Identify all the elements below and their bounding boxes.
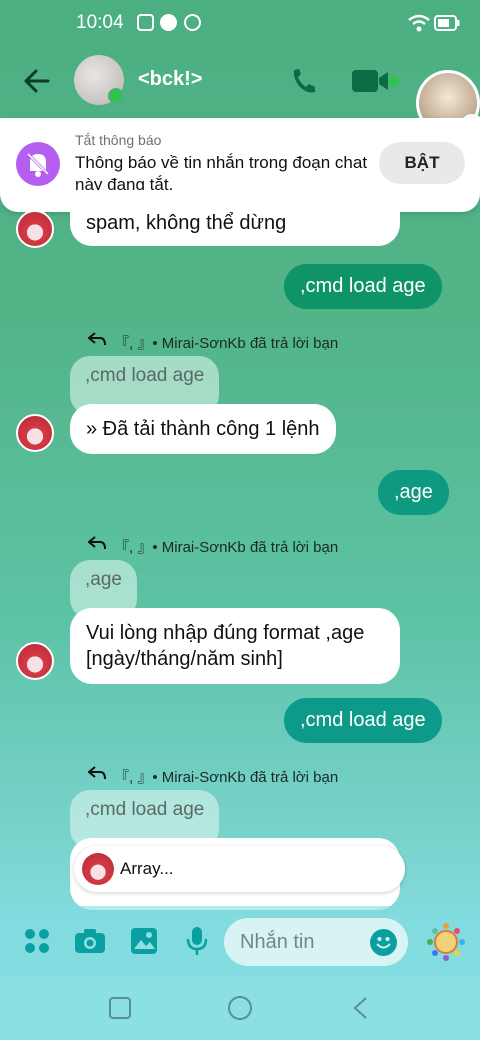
reply-label: 『, 』• Mirai-SơnKb đã trả lời bạn (114, 769, 339, 786)
online-indicator (108, 88, 124, 104)
reply-icon (88, 766, 106, 780)
reply-label: 『, 』• Mirai-SơnKb đã trả lời bạn (114, 335, 339, 352)
chat-header: <bck!> (0, 48, 480, 120)
notice-caption: Tắt thông báo (75, 132, 162, 148)
status-time: 10:04 (76, 12, 124, 33)
incoming-message[interactable]: » Đã tải thành công 1 lệnh (70, 404, 336, 454)
video-icon[interactable] (352, 70, 400, 92)
menu-dots-icon[interactable] (24, 928, 50, 954)
camera-icon[interactable] (74, 928, 106, 954)
typing-avatar (82, 853, 114, 885)
composer-bar: Nhắn tin (0, 906, 480, 976)
outgoing-message[interactable]: ,cmd load age (284, 698, 442, 743)
nav-circle-icon[interactable] (226, 994, 254, 1022)
unmute-button[interactable]: BẬT (379, 142, 465, 184)
reply-label: 『, 』• Mirai-SơnKb đã trả lời bạn (114, 539, 339, 556)
app-icon (184, 14, 201, 31)
chat-title[interactable]: <bck!> (138, 68, 202, 91)
reply-icon (88, 332, 106, 346)
message-placeholder: Nhắn tin (240, 931, 315, 953)
outgoing-message[interactable]: ,age (378, 470, 449, 515)
incoming-message[interactable]: spam, không thể dừng (70, 190, 400, 246)
outgoing-message[interactable]: ,cmd load age (284, 264, 442, 309)
cloud-icon (160, 14, 177, 31)
sender-avatar[interactable] (16, 642, 54, 680)
notification-icon (137, 14, 154, 31)
phone-icon[interactable] (290, 66, 318, 96)
bell-off-icon (16, 142, 60, 186)
status-bar: 10:04 (0, 0, 480, 48)
sticker-icon[interactable] (426, 922, 466, 962)
nav-square-icon[interactable] (108, 996, 132, 1020)
image-icon[interactable] (130, 927, 158, 955)
emoji-icon[interactable] (370, 929, 397, 956)
incoming-message[interactable]: Vui lòng nhập đúng format ,age [ngày/thá… (70, 608, 400, 684)
typing-text: Array... (120, 859, 174, 878)
wifi-icon (408, 14, 430, 32)
sender-avatar[interactable] (16, 414, 54, 452)
message-input[interactable]: Nhắn tin (224, 918, 408, 966)
system-nav-bar (0, 976, 480, 1040)
mic-icon[interactable] (186, 926, 208, 956)
battery-icon (434, 15, 460, 31)
typing-indicator[interactable]: Array... (74, 846, 405, 892)
nav-back-icon[interactable] (350, 996, 370, 1020)
sender-avatar[interactable] (16, 210, 54, 248)
reply-icon (88, 536, 106, 550)
back-icon[interactable] (20, 64, 54, 98)
